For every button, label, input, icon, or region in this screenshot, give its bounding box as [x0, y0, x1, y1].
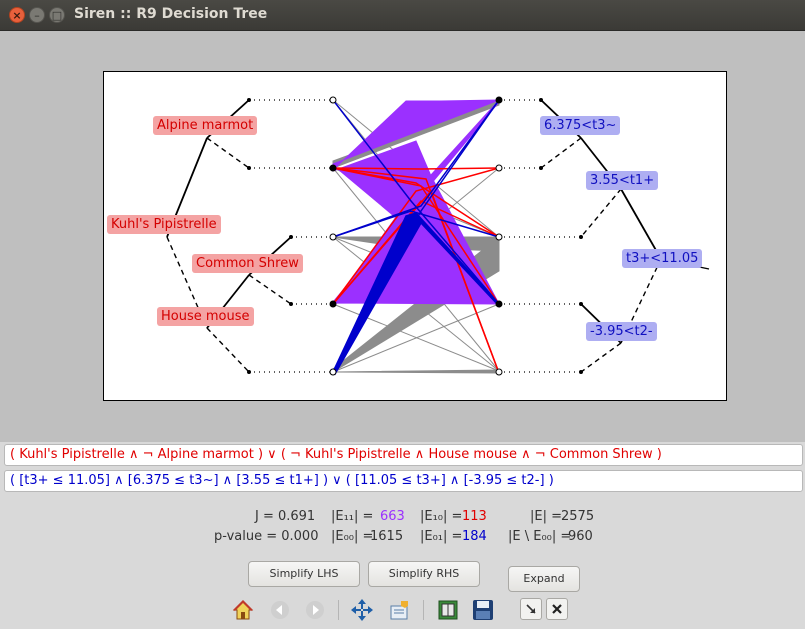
left-tree [166, 99, 333, 373]
e-minus-e00-label: |E \ E₀₀| = [508, 529, 572, 544]
pan-icon[interactable] [350, 598, 374, 622]
e10-label: |E₁₀| = [420, 509, 463, 524]
simplify-rhs-button[interactable]: Simplify RHS [368, 561, 480, 587]
node-label-house-mouse[interactable]: House mouse [157, 307, 254, 326]
jaccard-stat: J = 0.691 [255, 509, 316, 524]
close-window-button[interactable]: × [9, 7, 25, 23]
toolbar-separator [338, 600, 339, 620]
e01-value: 184 [462, 529, 487, 544]
node-label-t3plus[interactable]: t3+<11.05 [622, 249, 703, 268]
window-title: Siren :: R9 Decision Tree [74, 6, 268, 22]
expand-button[interactable]: Expand [508, 566, 580, 592]
save-icon[interactable] [471, 598, 495, 622]
node-label-alpine-marmot[interactable]: Alpine marmot [153, 116, 258, 135]
close-icon[interactable] [546, 598, 568, 620]
e00-value: 1615 [370, 529, 404, 544]
lhs-query-field[interactable]: ( Kuhl's Pipistrelle ∧ ¬ Alpine marmot )… [4, 444, 803, 466]
decision-tree-canvas[interactable]: Alpine marmot Kuhl's Pipistrelle Common … [103, 71, 727, 401]
back-icon[interactable] [268, 598, 292, 622]
e-minus-e00-value: 960 [568, 529, 593, 544]
forward-icon[interactable] [303, 598, 327, 622]
node-label-t2minus[interactable]: -3.95<t2- [586, 322, 657, 341]
toolbar-separator [423, 600, 424, 620]
node-label-common-shrew[interactable]: Common Shrew [192, 254, 303, 273]
e11-label: |E₁₁| = [331, 509, 374, 524]
home-icon[interactable] [231, 598, 255, 622]
e01-label: |E₀₁| = [420, 529, 463, 544]
window-titlebar: × – □ Siren :: R9 Decision Tree [0, 0, 805, 31]
minimize-window-button[interactable]: – [29, 7, 45, 23]
e-value: 2575 [561, 509, 595, 524]
configure-icon[interactable] [387, 598, 411, 622]
e00-label: |E₀₀| = [331, 529, 374, 544]
e10-value: 113 [462, 509, 487, 524]
pvalue-stat: p-value = 0.000 [214, 529, 319, 544]
resize-icon[interactable] [520, 598, 542, 620]
rhs-query-field[interactable]: ( [t3+ ≤ 11.05] ∧ [6.375 ≤ t3~] ∧ [3.55 … [4, 470, 803, 492]
maximize-window-button[interactable]: □ [49, 7, 65, 23]
e11-value: 663 [380, 509, 405, 524]
subplots-icon[interactable] [436, 598, 460, 622]
node-label-t1plus[interactable]: 3.55<t1+ [586, 171, 659, 190]
simplify-lhs-button[interactable]: Simplify LHS [248, 561, 360, 587]
node-label-kuhls-pipistrelle[interactable]: Kuhl's Pipistrelle [107, 215, 221, 234]
node-label-t3tilde[interactable]: 6.375<t3~ [540, 116, 621, 135]
e-label: |E| = [530, 509, 562, 524]
